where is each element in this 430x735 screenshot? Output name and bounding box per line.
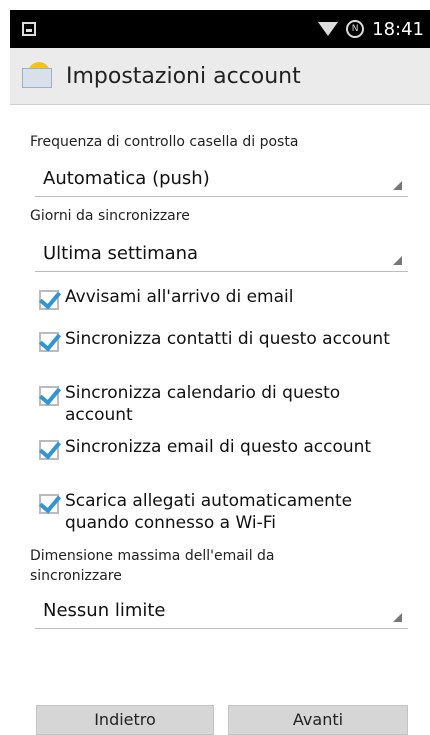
clock: 18:41 bbox=[372, 18, 424, 40]
checkbox-label: Sincronizza calendario di questo account bbox=[65, 383, 341, 425]
checkbox-label: Sincronizza contatti di questo account bbox=[65, 329, 390, 349]
checkbox-label: Sincronizza email di questo account bbox=[65, 437, 372, 457]
email-app-icon[interactable] bbox=[22, 62, 54, 90]
checkbox-checked-icon[interactable] bbox=[39, 494, 59, 514]
dropdown-arrow-icon bbox=[393, 613, 402, 622]
checkbox-sync-email[interactable]: Sincronizza email di questo account bbox=[39, 436, 409, 460]
checkbox-notify[interactable]: Avvisami all'arrivo di email bbox=[39, 286, 409, 310]
next-button[interactable]: Avanti bbox=[228, 705, 408, 735]
checkbox-checked-icon[interactable] bbox=[39, 386, 59, 406]
check-frequency-dropdown[interactable]: Automatica (push) bbox=[35, 160, 408, 197]
sync-days-value: Ultima settimana bbox=[43, 242, 199, 264]
status-bar: N 18:41 bbox=[10, 10, 430, 48]
action-bar: Impostazioni account bbox=[10, 48, 430, 105]
notification-icon bbox=[22, 22, 36, 36]
max-size-label: Dimensione massima dell'email da sincron… bbox=[30, 548, 275, 584]
checkbox-label: Avvisami all'arrivo di email bbox=[65, 287, 294, 307]
dropdown-arrow-icon bbox=[393, 256, 402, 265]
checkbox-sync-calendar[interactable]: Sincronizza calendario di questo account bbox=[39, 382, 409, 426]
checkbox-label: Scarica allegati automaticamente quando … bbox=[65, 491, 353, 533]
page-title: Impostazioni account bbox=[66, 63, 301, 89]
sync-days-dropdown[interactable]: Ultima settimana bbox=[35, 235, 408, 272]
max-size-dropdown[interactable]: Nessun limite bbox=[35, 592, 408, 629]
sync-days-label: Giorni da sincronizzare bbox=[30, 208, 190, 224]
wifi-icon bbox=[318, 22, 339, 36]
back-button[interactable]: Indietro bbox=[36, 705, 214, 735]
dropdown-arrow-icon bbox=[393, 181, 402, 190]
checkbox-sync-contacts[interactable]: Sincronizza contatti di questo account bbox=[39, 328, 409, 352]
checkbox-download-attachments[interactable]: Scarica allegati automaticamente quando … bbox=[39, 490, 409, 534]
max-size-value: Nessun limite bbox=[43, 599, 166, 621]
checkbox-checked-icon[interactable] bbox=[39, 440, 59, 460]
check-frequency-label: Frequenza di controllo casella di posta bbox=[30, 134, 299, 150]
checkbox-checked-icon[interactable] bbox=[39, 332, 59, 352]
checkbox-checked-icon[interactable] bbox=[39, 290, 59, 310]
check-frequency-value: Automatica (push) bbox=[43, 167, 210, 189]
battery-icon: N bbox=[346, 20, 365, 38]
